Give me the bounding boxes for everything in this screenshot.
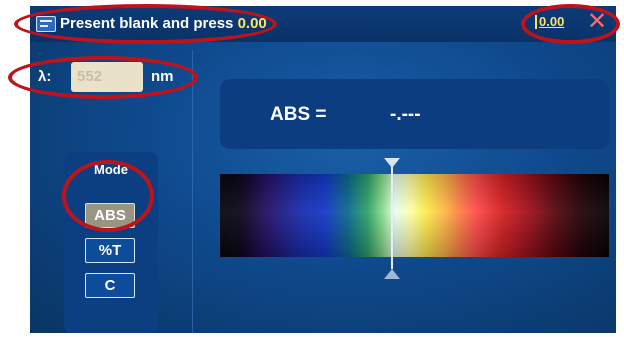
wavelength-marker-line[interactable]	[391, 162, 393, 269]
wavelength-unit: nm	[151, 68, 174, 85]
prompt-text: Present blank and press	[60, 15, 234, 32]
instrument-icon	[36, 16, 56, 32]
mode-transmittance-button[interactable]: %T	[85, 238, 135, 263]
title-bar: Present blank and press 0.00 0.00 ✕	[30, 6, 616, 42]
mode-abs-button[interactable]: ABS	[85, 203, 135, 228]
reading-label: ABS =	[270, 104, 327, 125]
panel-divider	[192, 50, 193, 333]
wavelength-value: 552	[77, 68, 103, 85]
spectrum-bar	[220, 174, 609, 257]
reading-value: -.---	[390, 104, 421, 125]
prompt-message: Present blank and press 0.00	[60, 15, 267, 32]
wavelength-label: λ:	[38, 68, 52, 85]
spectrum-display	[220, 158, 609, 279]
instrument-screen: Present blank and press 0.00 0.00 ✕ λ: 5…	[30, 6, 616, 333]
marker-top-triangle-icon[interactable]	[384, 158, 400, 168]
zero-button[interactable]: 0.00	[535, 15, 564, 29]
prompt-value: 0.00	[237, 15, 267, 32]
wavelength-input[interactable]: 552	[71, 62, 143, 92]
reading-panel: ABS = -.---	[220, 79, 609, 149]
mode-title: Mode	[94, 162, 128, 177]
marker-bottom-triangle-icon[interactable]	[384, 269, 400, 279]
mode-panel: Mode ABS %T C	[64, 152, 158, 333]
close-icon[interactable]: ✕	[587, 10, 607, 34]
mode-concentration-button[interactable]: C	[85, 273, 135, 298]
